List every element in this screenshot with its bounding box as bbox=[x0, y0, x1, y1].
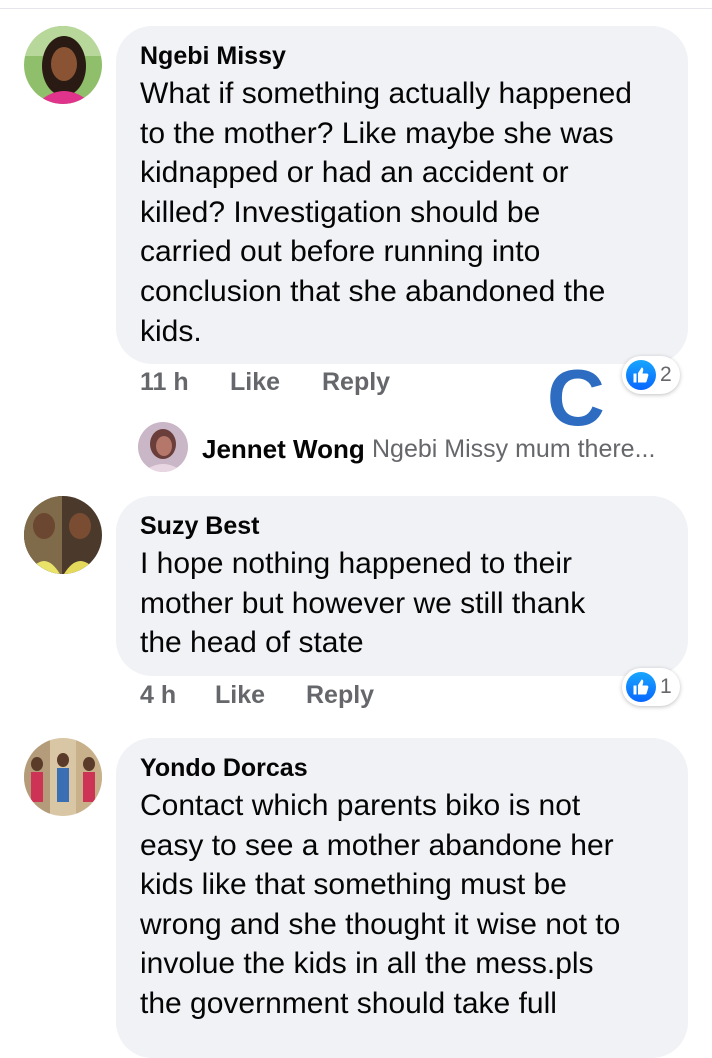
comment-text: What if something actually happened to t… bbox=[140, 77, 632, 348]
reply-author[interactable]: Jennet Wong bbox=[202, 434, 365, 465]
avatar-ngebi-missy[interactable] bbox=[24, 26, 102, 104]
reply-button[interactable]: Reply bbox=[322, 368, 390, 397]
top-divider bbox=[0, 8, 712, 9]
avatar-suzy-best[interactable] bbox=[24, 496, 102, 574]
comment-text: Contact which parents biko is not easy t… bbox=[140, 789, 621, 1020]
reaction-count: 2 bbox=[660, 363, 672, 386]
avatar-yondo-dorcas[interactable] bbox=[24, 738, 102, 816]
comment-bubble: Ngebi Missy What if something actually h… bbox=[116, 26, 688, 364]
comment-author[interactable]: Ngebi Missy bbox=[140, 40, 664, 72]
comment-bubble: Suzy Best I hope nothing happened to the… bbox=[116, 496, 688, 676]
comment-actions: 11 h Like Reply bbox=[138, 368, 438, 402]
reply-snippet: Ngebi Missy mum there... bbox=[372, 435, 656, 463]
reaction-badge[interactable]: 1 bbox=[622, 668, 680, 706]
reply-button[interactable]: Reply bbox=[306, 681, 374, 710]
avatar-jennet-wong[interactable] bbox=[138, 422, 188, 472]
reply-preview[interactable]: Jennet Wong Ngebi Missy mum there... bbox=[138, 422, 698, 474]
comment-time[interactable]: 11 h bbox=[140, 368, 189, 397]
like-button[interactable]: Like bbox=[230, 368, 280, 397]
comment-time[interactable]: 4 h bbox=[140, 681, 176, 710]
like-button[interactable]: Like bbox=[215, 681, 265, 710]
comment-bubble: Yondo Dorcas Contact which parents biko … bbox=[116, 738, 688, 1058]
thumbs-up-icon bbox=[626, 672, 656, 702]
reaction-count: 1 bbox=[660, 675, 672, 698]
comment-text: I hope nothing happened to their mother … bbox=[140, 547, 586, 660]
comment-actions: 4 h Like Reply bbox=[138, 681, 438, 715]
thumbs-up-icon bbox=[626, 360, 656, 390]
reaction-badge[interactable]: 2 bbox=[622, 356, 680, 394]
comment-author[interactable]: Suzy Best bbox=[140, 510, 664, 542]
comment-author[interactable]: Yondo Dorcas bbox=[140, 752, 664, 784]
